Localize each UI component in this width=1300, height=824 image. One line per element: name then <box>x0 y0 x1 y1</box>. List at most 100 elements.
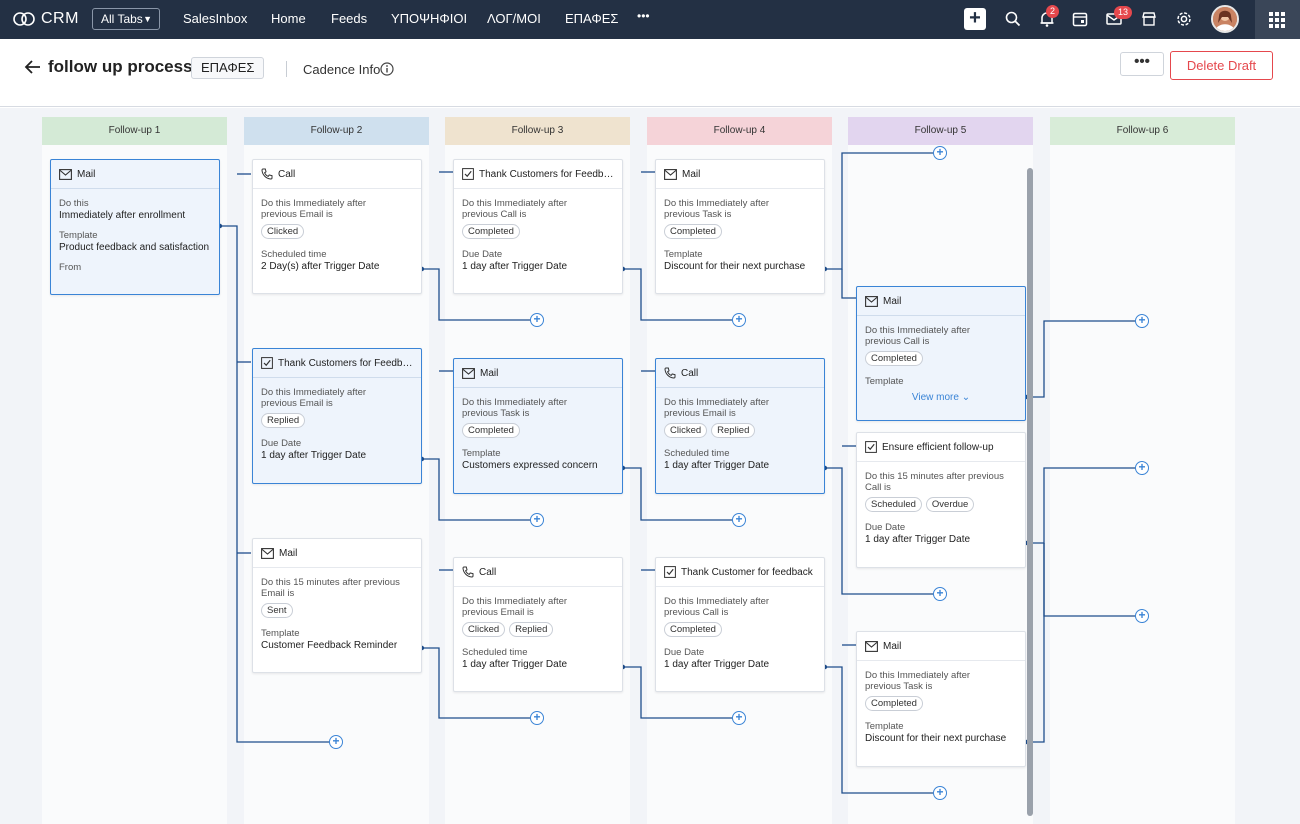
add-step-button[interactable]: + <box>329 735 343 749</box>
cadence-step-card[interactable]: Mail Do this Immediately after previous … <box>453 358 623 494</box>
status-chip: Overdue <box>925 497 975 512</box>
card-title: Mail <box>279 547 298 559</box>
cadence-step-card[interactable]: Call Do this Immediately after previous … <box>252 159 422 294</box>
due-date-label: Due Date <box>261 438 302 449</box>
add-step-button[interactable]: + <box>1135 461 1149 475</box>
condition-label: previous Call is <box>462 209 527 220</box>
page-header: follow up process ΕΠΑΦΕΣ Cadence Info ••… <box>0 39 1300 107</box>
template-label: Template <box>664 249 703 260</box>
nav-contacts[interactable]: ΕΠΑΦΕΣ <box>565 11 618 26</box>
add-step-button[interactable]: + <box>933 587 947 601</box>
view-more-link[interactable]: View more ⌄ <box>865 392 1017 403</box>
condition-label: Do this Immediately after <box>462 198 568 209</box>
cadence-step-card[interactable]: Mail Do this Immediately after previous … <box>856 286 1026 421</box>
from-label: From <box>59 262 82 273</box>
condition-label: Do this Immediately after <box>664 596 770 607</box>
status-chip: Clicked <box>462 622 506 637</box>
scheduled-time-value: 1 day after Trigger Date <box>462 659 568 670</box>
due-date-value: 1 day after Trigger Date <box>462 261 568 272</box>
top-navigation-bar: CRM All Tabs ▼ SalesInbox Home Feeds ΥΠΟ… <box>0 0 1300 39</box>
condition-label: Do this Immediately after <box>462 397 568 408</box>
condition-label: Do this 15 minutes after previous <box>261 577 400 588</box>
cadence-step-card[interactable]: Mail Do this Immediately after enrollmen… <box>50 159 220 295</box>
marketplace-icon[interactable] <box>1140 10 1158 28</box>
mail-icon <box>865 295 878 307</box>
nav-more-button[interactable]: ••• <box>637 9 650 23</box>
add-step-button[interactable]: + <box>732 513 746 527</box>
cadence-info-label[interactable]: Cadence Info <box>303 62 380 77</box>
all-tabs-dropdown[interactable]: All Tabs ▼ <box>92 8 160 30</box>
cadence-step-card[interactable]: Thank Customers for Feedback Do this Imm… <box>453 159 623 294</box>
crm-logo-icon[interactable] <box>13 9 35 29</box>
calendar-icon[interactable] <box>1071 10 1089 28</box>
card-title: Mail <box>883 295 902 307</box>
due-date-value: 1 day after Trigger Date <box>261 450 367 461</box>
user-avatar[interactable] <box>1211 5 1239 33</box>
status-chip: Replied <box>261 413 306 428</box>
due-date-label: Due Date <box>664 647 705 658</box>
page-title: follow up process <box>48 57 193 76</box>
card-title: Call <box>278 168 296 180</box>
condition-label: Call is <box>865 482 891 493</box>
column-header: Follow-up 6 <box>1050 117 1235 145</box>
add-step-button[interactable]: + <box>1135 314 1149 328</box>
condition-label: previous Task is <box>462 408 530 419</box>
scheduled-time-label: Scheduled time <box>462 647 528 658</box>
status-chip: Completed <box>664 224 722 239</box>
divider <box>286 61 287 77</box>
cadence-step-card[interactable]: Thank Customer for feedback Do this Imme… <box>655 557 825 692</box>
status-chip: Completed <box>462 224 520 239</box>
vertical-scrollbar[interactable] <box>1027 168 1033 816</box>
scheduled-time-label: Scheduled time <box>261 249 327 260</box>
add-step-button[interactable]: + <box>1135 609 1149 623</box>
nav-accounts[interactable]: ΛΟΓ/ΜΟΙ <box>487 11 541 26</box>
cadence-step-card[interactable]: Call Do this Immediately after previous … <box>453 557 623 692</box>
cadence-step-card[interactable]: Mail Do this Immediately after previous … <box>856 631 1026 767</box>
cadence-step-card[interactable]: Ensure efficient follow-up Do this 15 mi… <box>856 432 1026 568</box>
template-value: Product feedback and satisfaction <box>59 242 210 253</box>
app-launcher-button[interactable] <box>1255 0 1300 39</box>
cadence-step-card[interactable]: Mail Do this 15 minutes after previous E… <box>252 538 422 673</box>
condition-label: Email is <box>261 588 295 599</box>
add-step-button[interactable]: + <box>530 313 544 327</box>
back-arrow-icon[interactable] <box>24 59 42 75</box>
cadence-step-card[interactable]: Mail Do this Immediately after previous … <box>655 159 825 294</box>
template-label: Template <box>865 721 904 732</box>
gear-icon[interactable] <box>1175 10 1193 28</box>
mail-icon <box>261 547 274 559</box>
template-label: Template <box>261 628 300 639</box>
condition-label: Do this 15 minutes after previous <box>865 471 1004 482</box>
condition-label: Do this <box>59 198 89 209</box>
status-chip: Completed <box>865 696 923 711</box>
app-name[interactable]: CRM <box>41 10 79 28</box>
status-chip: Replied <box>509 622 554 637</box>
chevron-down-icon: ▼ <box>143 14 152 24</box>
add-step-button[interactable]: + <box>530 513 544 527</box>
add-step-button[interactable]: + <box>530 711 544 725</box>
condition-label: previous Email is <box>261 209 333 220</box>
card-title: Thank Customer for feedback <box>681 566 813 578</box>
cadence-step-card[interactable]: Call Do this Immediately after previous … <box>655 358 825 494</box>
task-icon <box>865 441 877 453</box>
mail-badge: 13 <box>1114 6 1133 19</box>
info-icon[interactable] <box>380 62 394 76</box>
cadence-step-card[interactable]: Thank Customers for Feedback Do this Imm… <box>252 348 422 484</box>
nav-candidates[interactable]: ΥΠΟΨΗΦΙΟΙ <box>391 11 467 26</box>
search-icon[interactable] <box>1004 10 1022 28</box>
condition-label: Do this Immediately after <box>462 596 568 607</box>
delete-draft-button[interactable]: Delete Draft <box>1170 51 1273 80</box>
status-chip: Scheduled <box>865 497 922 512</box>
create-new-button[interactable]: + <box>964 8 986 30</box>
phone-icon <box>664 367 676 379</box>
nav-salesinbox[interactable]: SalesInbox <box>183 11 247 26</box>
condition-label: previous Email is <box>664 408 736 419</box>
nav-feeds[interactable]: Feeds <box>331 11 367 26</box>
task-icon <box>462 168 474 180</box>
add-step-button[interactable]: + <box>933 786 947 800</box>
more-options-button[interactable]: ••• <box>1120 52 1164 76</box>
condition-label: Do this Immediately after <box>865 325 971 336</box>
nav-home[interactable]: Home <box>271 11 306 26</box>
add-step-button[interactable]: + <box>732 313 746 327</box>
add-step-button[interactable]: + <box>732 711 746 725</box>
add-step-button[interactable]: + <box>933 146 947 160</box>
